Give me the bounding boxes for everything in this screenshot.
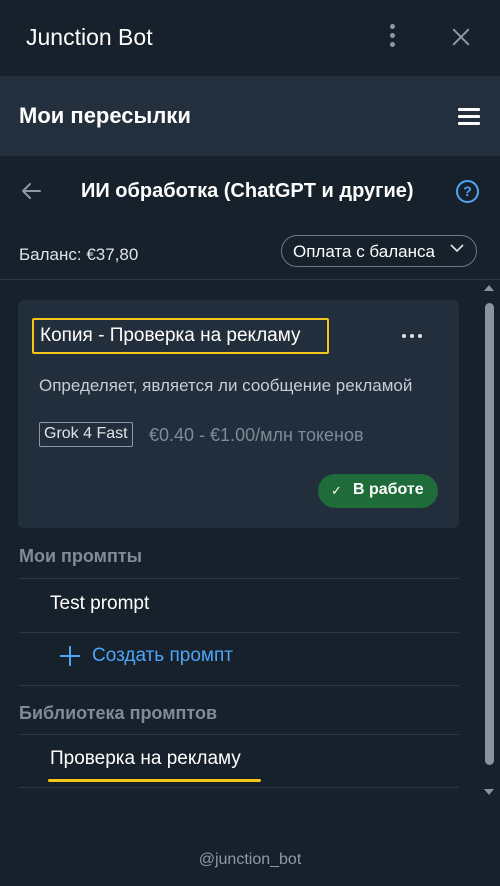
scroll-down-icon[interactable] [484,789,494,795]
page-title: Мои пересылки [19,103,191,128]
divider [19,787,459,788]
status-badge: ✓ В работе [318,474,438,508]
library-heading: Библиотека промптов [19,703,218,723]
title-bar: Junction Bot [0,0,500,76]
check-icon: ✓ [331,483,342,498]
plus-icon [60,646,80,666]
more-horizontal-icon[interactable] [402,334,422,340]
balance-label: Баланс: €37,80 [19,245,139,264]
library-item-ad-check[interactable]: Проверка на рекламу [50,748,241,770]
hamburger-menu-icon[interactable] [458,108,480,126]
card-description: Определяет, является ли сообщение реклам… [39,376,413,395]
model-tag: Grok 4 Fast [39,422,133,447]
chevron-down-icon [450,244,464,253]
back-arrow-icon[interactable] [20,180,42,202]
close-icon[interactable] [450,26,472,48]
my-prompts-heading: Мои промпты [19,546,143,566]
divider [19,685,459,686]
divider [19,734,459,735]
scroll-up-icon[interactable] [484,285,494,291]
status-text: В работе [353,481,424,498]
payment-mode-value: Оплата с баланса [293,242,435,261]
scroll-thumb[interactable] [485,303,494,765]
divider [19,632,459,633]
page-header: Мои пересылки [0,76,500,156]
app-title: Junction Bot [26,24,153,50]
divider [0,279,500,280]
prompt-item-test[interactable]: Test prompt [50,593,149,615]
price-label: €0.40 - €1.00/млн токенов [149,425,364,445]
section-title: ИИ обработка (ChatGPT и другие) [81,180,414,202]
help-icon[interactable]: ? [456,180,479,203]
bot-handle: @junction_bot [198,851,302,868]
scrollbar[interactable] [482,281,496,801]
payment-mode-select[interactable]: Оплата с баланса [281,235,477,267]
highlight-underline [48,779,261,782]
more-vertical-icon[interactable] [382,22,402,52]
divider [19,578,459,579]
card-title[interactable]: Копия - Проверка на рекламу [32,318,329,354]
create-prompt-label: Создать промпт [92,645,233,666]
